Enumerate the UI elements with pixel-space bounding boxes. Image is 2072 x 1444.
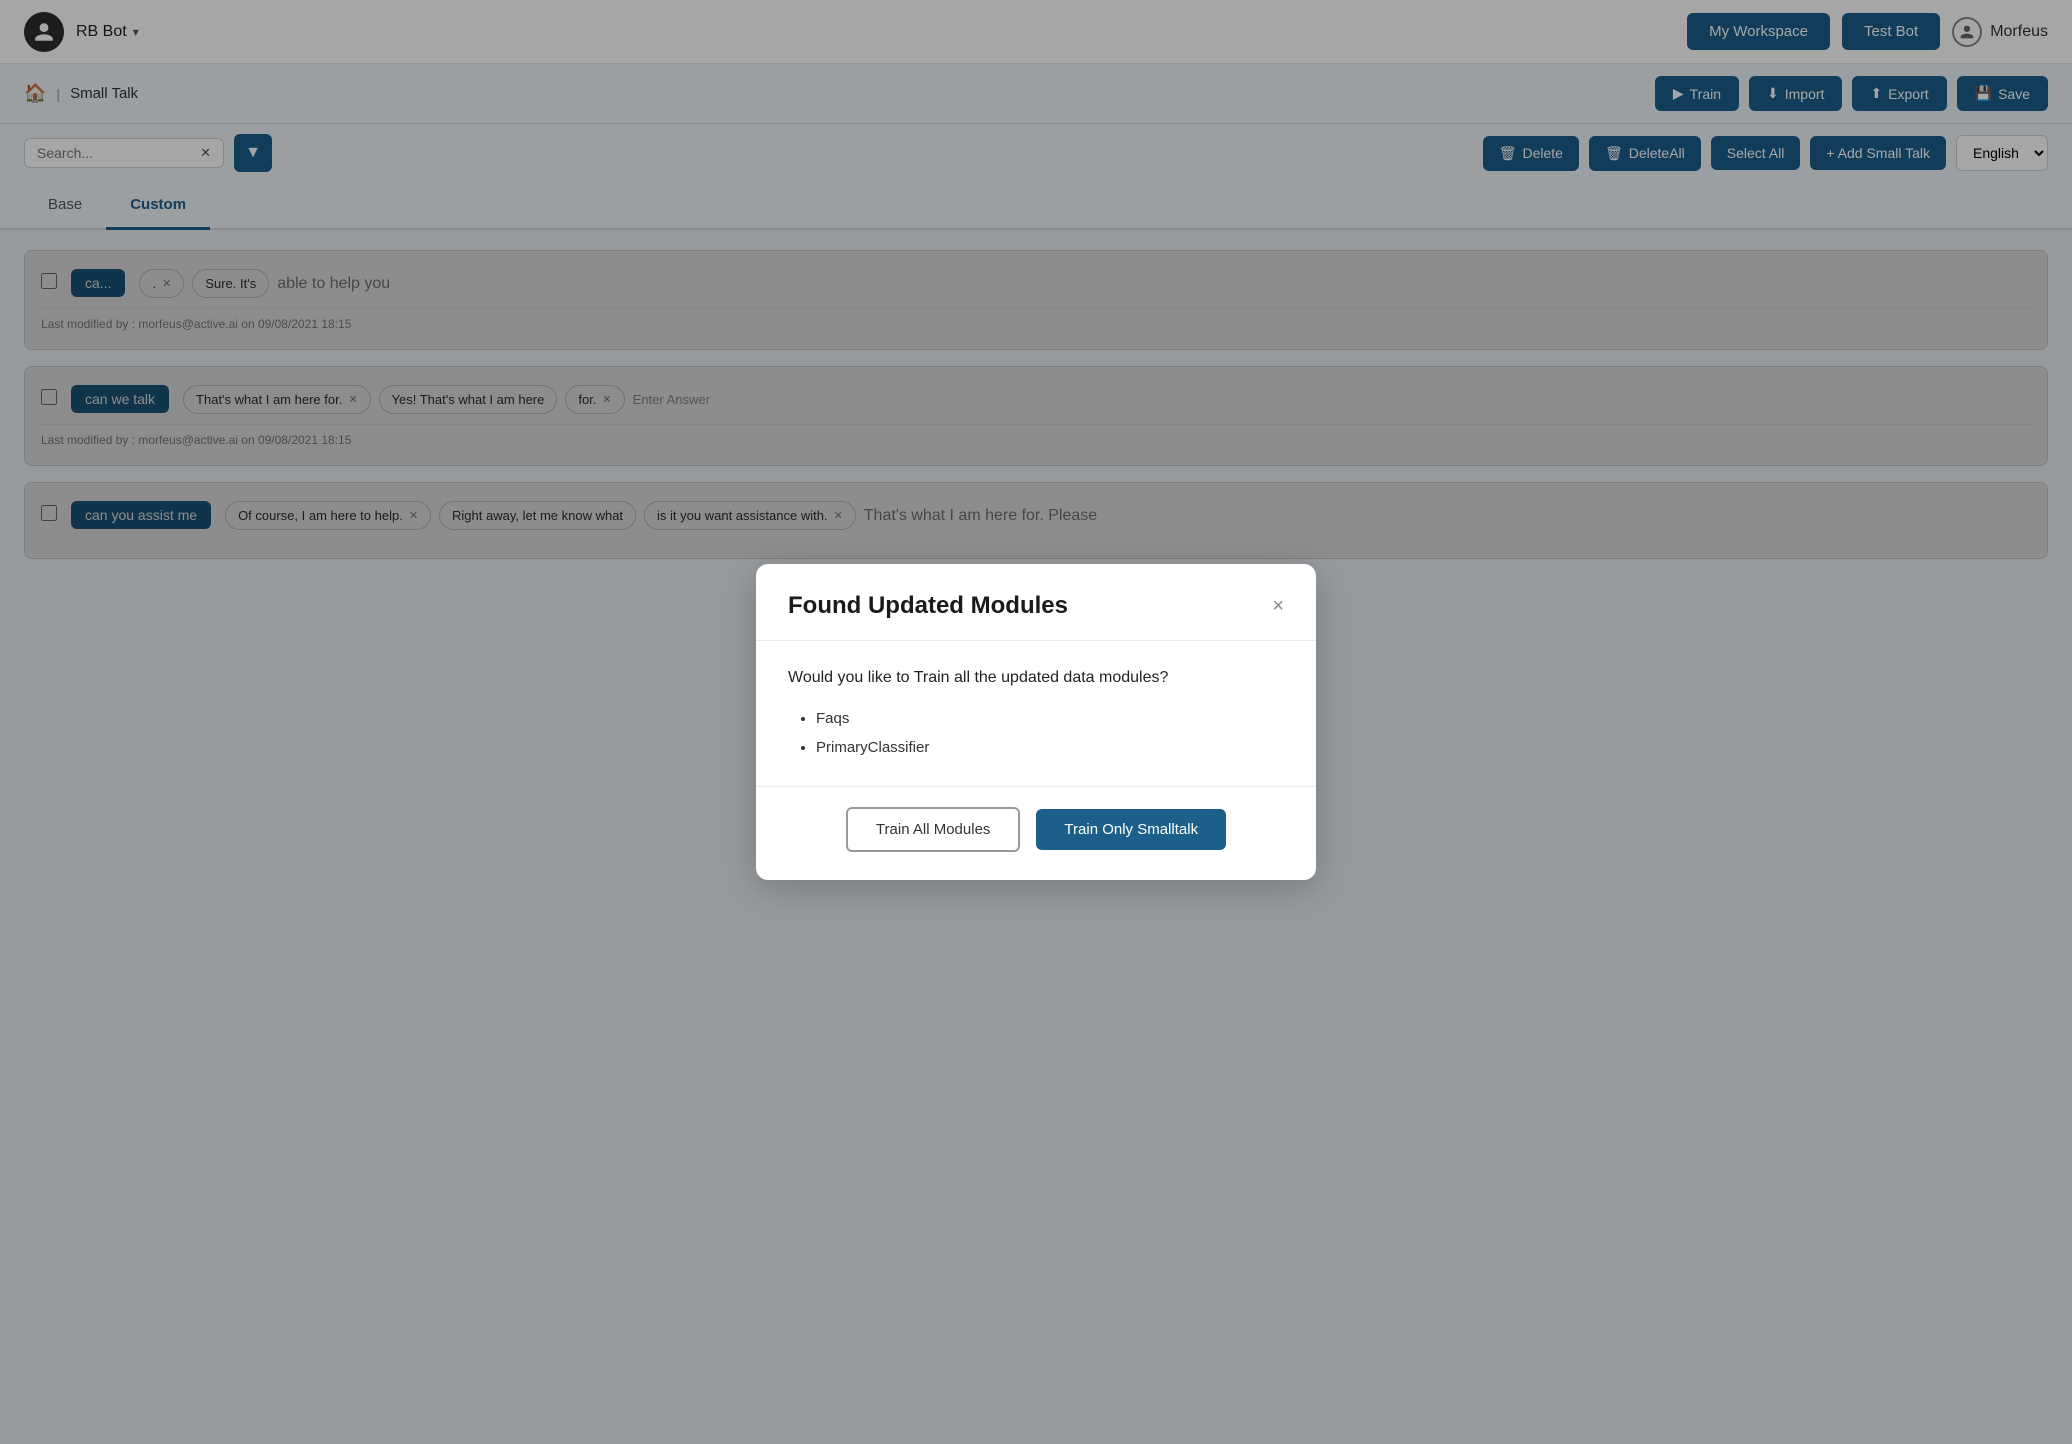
modal-footer: Train All Modules Train Only Smalltalk bbox=[756, 786, 1316, 880]
modal-question: Would you like to Train all the updated … bbox=[788, 669, 1284, 687]
list-item: Faqs bbox=[816, 705, 1284, 734]
train-all-modules-button[interactable]: Train All Modules bbox=[846, 807, 1021, 852]
modal-close-button[interactable]: × bbox=[1272, 596, 1284, 616]
modal-overlay[interactable]: Found Updated Modules × Would you like t… bbox=[0, 0, 2072, 1444]
modal-body: Would you like to Train all the updated … bbox=[756, 641, 1316, 786]
modal-dialog: Found Updated Modules × Would you like t… bbox=[756, 564, 1316, 880]
modal-modules-list: Faqs PrimaryClassifier bbox=[788, 705, 1284, 762]
list-item: PrimaryClassifier bbox=[816, 734, 1284, 763]
modal-header: Found Updated Modules × bbox=[756, 564, 1316, 641]
train-only-smalltalk-button[interactable]: Train Only Smalltalk bbox=[1036, 809, 1226, 850]
modal-title: Found Updated Modules bbox=[788, 592, 1068, 620]
